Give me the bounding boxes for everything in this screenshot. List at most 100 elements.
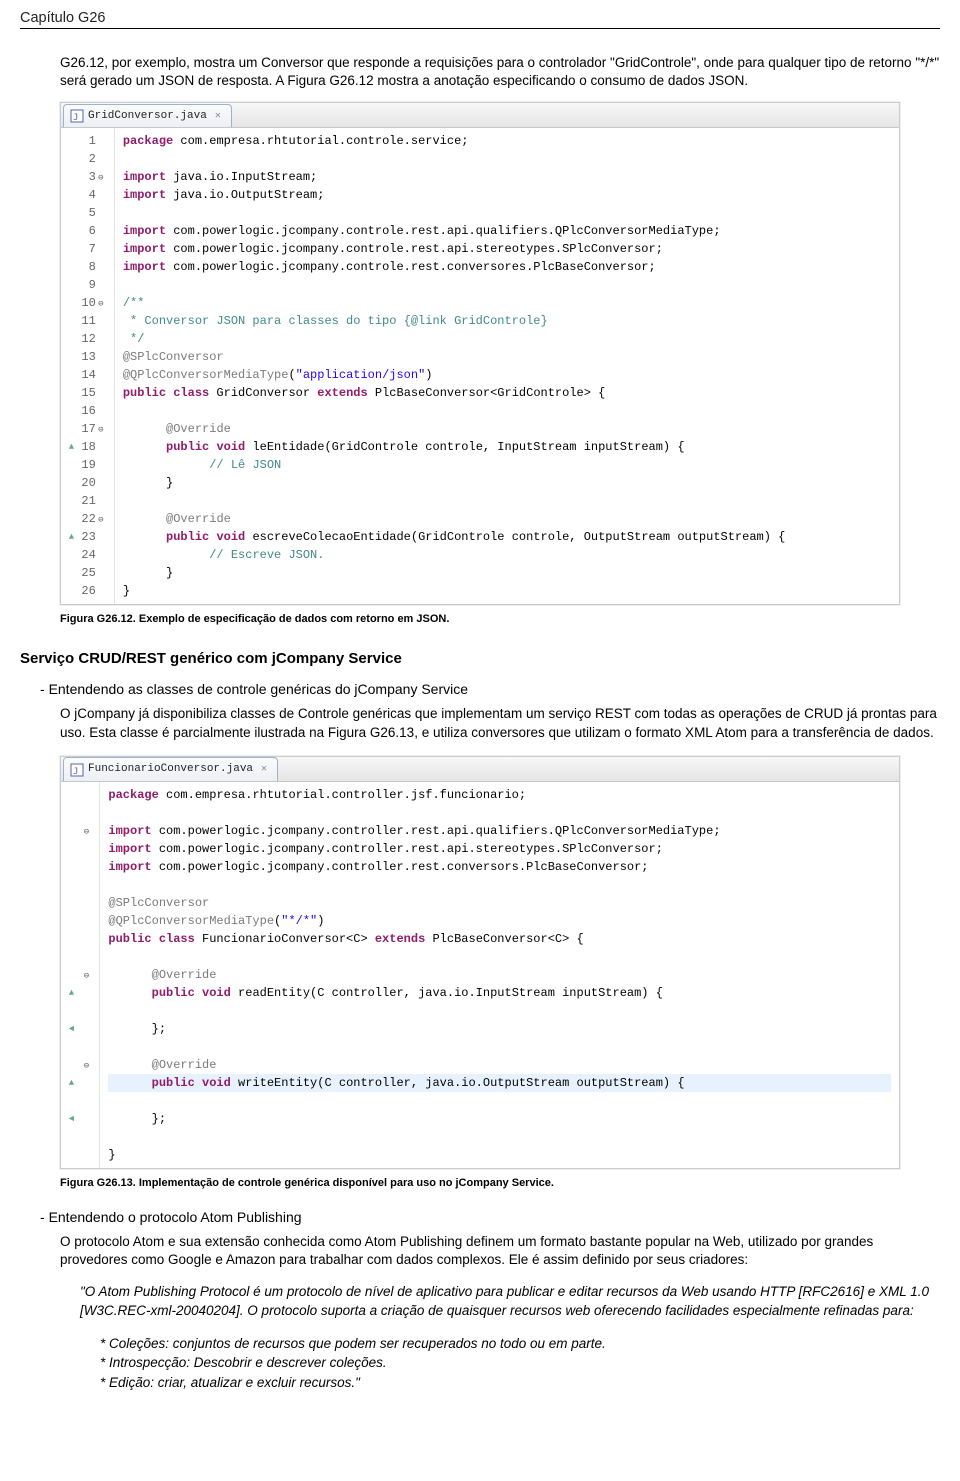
editor-tab-bar: J FuncionarioConversor.java ✕ bbox=[61, 757, 899, 782]
code-line bbox=[108, 1128, 891, 1146]
gutter-row: 17⊖ bbox=[67, 420, 106, 438]
gutter-row: ⊖ bbox=[67, 1056, 91, 1074]
gutter-row: ◄ bbox=[67, 1110, 91, 1128]
gutter: 1 2 3⊖ 4 5 6 7 8 9 10⊖ 11 12 13 14 15 16… bbox=[61, 128, 115, 604]
code-line: @SPlcConversor bbox=[123, 348, 891, 366]
code-line: @Override bbox=[123, 420, 891, 438]
code-line: } bbox=[123, 474, 891, 492]
star-item: * Edição: criar, atualizar e excluir rec… bbox=[100, 1373, 940, 1393]
gutter-row: 15 bbox=[67, 384, 106, 402]
code-line bbox=[108, 948, 891, 966]
code-line: @Override bbox=[123, 510, 891, 528]
code-line bbox=[123, 276, 891, 294]
code-figure-2: J FuncionarioConversor.java ✕ ⊖ ⊖▲ ◄ ⊖▲ … bbox=[60, 756, 900, 1169]
code-line: public void writeEntity(C controller, ja… bbox=[108, 1074, 891, 1092]
gutter-row: 3⊖ bbox=[67, 168, 106, 186]
code-line: import com.powerlogic.jcompany.controlle… bbox=[108, 840, 891, 858]
gutter-row: ▲ 18 bbox=[67, 438, 106, 456]
code-line: import java.io.InputStream; bbox=[123, 168, 891, 186]
code-line: import com.powerlogic.jcompany.controle.… bbox=[123, 222, 891, 240]
code-line: * Conversor JSON para classes do tipo {@… bbox=[123, 312, 891, 330]
gutter-row: 16 bbox=[67, 402, 106, 420]
gutter-row bbox=[67, 930, 91, 948]
gutter-row: 24 bbox=[67, 546, 106, 564]
gutter-row: 22⊖ bbox=[67, 510, 106, 528]
gutter-row bbox=[67, 786, 91, 804]
gutter-row bbox=[67, 948, 91, 966]
gutter-row: 14 bbox=[67, 366, 106, 384]
quote-paragraph: "O Atom Publishing Protocol é um protoco… bbox=[80, 1283, 940, 1319]
gutter-row: 9 bbox=[67, 276, 106, 294]
gutter-row: 6 bbox=[67, 222, 106, 240]
code-line: import com.powerlogic.jcompany.controlle… bbox=[108, 858, 891, 876]
code-line: @QPlcConversorMediaType("application/jso… bbox=[123, 366, 891, 384]
close-icon[interactable]: ✕ bbox=[261, 762, 267, 777]
gutter-row: ◄ bbox=[67, 1020, 91, 1038]
gutter-row bbox=[67, 1002, 91, 1020]
gutter-row bbox=[67, 894, 91, 912]
code-line: @Override bbox=[108, 966, 891, 984]
gutter-row bbox=[67, 1092, 91, 1110]
code-line bbox=[123, 150, 891, 168]
editor-tab[interactable]: J FuncionarioConversor.java ✕ bbox=[63, 757, 278, 781]
code-line: public void escreveColecaoEntidade(GridC… bbox=[123, 528, 891, 546]
gutter-row: 7 bbox=[67, 240, 106, 258]
sub-bullet-1: Entendendo as classes de controle genéri… bbox=[40, 681, 940, 697]
gutter-row: 19 bbox=[67, 456, 106, 474]
code-line: } bbox=[123, 582, 891, 600]
editor-tab-label: GridConversor.java bbox=[88, 108, 207, 125]
gutter-row: ⊖ bbox=[67, 966, 91, 984]
java-file-icon: J bbox=[70, 763, 84, 777]
gutter-row: 13 bbox=[67, 348, 106, 366]
editor-tab[interactable]: J GridConversor.java ✕ bbox=[63, 104, 232, 128]
editor-tab-bar: J GridConversor.java ✕ bbox=[61, 103, 899, 128]
code-line: /** bbox=[123, 294, 891, 312]
gutter-row: 20 bbox=[67, 474, 106, 492]
code-line: */ bbox=[123, 330, 891, 348]
gutter-row bbox=[67, 1146, 91, 1164]
code-lines: package com.empresa.rhtutorial.controlle… bbox=[100, 782, 899, 1168]
paragraph-3: O protocolo Atom e sua extensão conhecid… bbox=[60, 1233, 940, 1269]
code-line: public class GridConversor extends PlcBa… bbox=[123, 384, 891, 402]
gutter-row: 2 bbox=[67, 150, 106, 168]
figure-caption-1: Figura G26.12. Exemplo de especificação … bbox=[60, 613, 940, 625]
paragraph-1: G26.12, por exemplo, mostra um Conversor… bbox=[60, 54, 940, 90]
gutter-row: 4 bbox=[67, 186, 106, 204]
gutter-row bbox=[67, 858, 91, 876]
code-line bbox=[108, 804, 891, 822]
code-line: import java.io.OutputStream; bbox=[123, 186, 891, 204]
gutter-row bbox=[67, 912, 91, 930]
gutter-row: ▲ bbox=[67, 984, 91, 1002]
sub-bullet-2: Entendendo o protocolo Atom Publishing bbox=[40, 1209, 940, 1225]
gutter-row bbox=[67, 840, 91, 858]
paragraph-2: O jCompany já disponibiliza classes de C… bbox=[60, 705, 940, 741]
code-line: import com.powerlogic.jcompany.controle.… bbox=[123, 258, 891, 276]
code-line bbox=[123, 492, 891, 510]
code-line bbox=[123, 204, 891, 222]
gutter-row: ▲ bbox=[67, 1074, 91, 1092]
code-line: public void readEntity(C controller, jav… bbox=[108, 984, 891, 1002]
code-line: import com.powerlogic.jcompany.controlle… bbox=[108, 822, 891, 840]
code-line: import com.powerlogic.jcompany.controle.… bbox=[123, 240, 891, 258]
code-line: // Escreve JSON. bbox=[123, 546, 891, 564]
section-heading: Serviço CRUD/REST genérico com jCompany … bbox=[20, 650, 940, 667]
code-line bbox=[108, 876, 891, 894]
code-line: package com.empresa.rhtutorial.controlle… bbox=[108, 786, 891, 804]
gutter-row: ⊖ bbox=[67, 822, 91, 840]
gutter-row bbox=[67, 1038, 91, 1056]
gutter-row: 26 bbox=[67, 582, 106, 600]
star-list: * Coleções: conjuntos de recursos que po… bbox=[100, 1334, 940, 1393]
gutter-row: 12 bbox=[67, 330, 106, 348]
code-line bbox=[108, 1002, 891, 1020]
gutter-row: 1 bbox=[67, 132, 106, 150]
gutter-row: 5 bbox=[67, 204, 106, 222]
code-line: // Lê JSON bbox=[123, 456, 891, 474]
gutter-row: 21 bbox=[67, 492, 106, 510]
code-line: } bbox=[123, 564, 891, 582]
svg-text:J: J bbox=[73, 767, 78, 777]
editor-tab-label: FuncionarioConversor.java bbox=[88, 761, 253, 778]
gutter-row: 8 bbox=[67, 258, 106, 276]
code-line bbox=[108, 1038, 891, 1056]
code-line: } bbox=[108, 1146, 891, 1164]
close-icon[interactable]: ✕ bbox=[215, 109, 221, 124]
